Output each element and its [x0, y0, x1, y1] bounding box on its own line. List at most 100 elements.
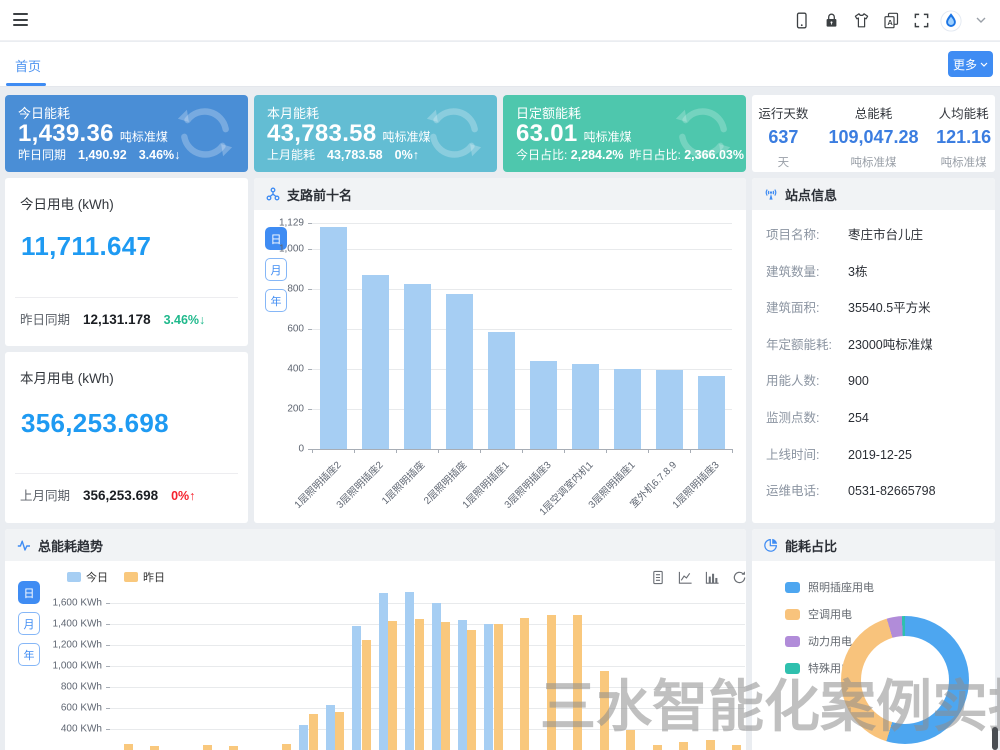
- bar-chart-toggle-icon[interactable]: [704, 569, 720, 585]
- logo-water-drop-icon[interactable]: [940, 10, 962, 32]
- site-info-row: 年定额能耗:23000吨标准煤: [766, 334, 933, 353]
- theme-skin-icon[interactable]: [850, 10, 872, 32]
- trend-bar-today: [352, 626, 361, 750]
- pie-legend-swatch: [785, 582, 800, 593]
- trend-bar-yesterday: [415, 619, 424, 750]
- donut-hole: [861, 636, 949, 724]
- trend-bar-yesterday: [309, 714, 318, 750]
- chevron-down-icon[interactable]: [970, 10, 992, 32]
- electricity-delta: 3.46%↓: [164, 313, 206, 327]
- pie-legend-label: 照明插座用电: [808, 579, 874, 595]
- y-axis-tick-mark: [106, 624, 110, 625]
- y-axis-tick-label: 800: [287, 283, 304, 294]
- stat-value: 637: [752, 127, 815, 148]
- tab-home[interactable]: 首页: [15, 56, 41, 75]
- trend-bar-yesterday: [441, 622, 450, 750]
- y-axis-tick-label: 400: [287, 363, 304, 374]
- hamburger-menu-icon[interactable]: [13, 13, 28, 26]
- kpi-unit: 吨标准煤: [584, 128, 632, 145]
- site-row-value: 0531-82665798: [848, 484, 936, 498]
- scrollbar-thumb[interactable]: [992, 727, 998, 750]
- stat-unit: 吨标准煤: [815, 154, 933, 170]
- kpi-delta: 0%↑: [395, 148, 419, 162]
- refresh-arrows-icon: [423, 102, 485, 164]
- legend-item-昨日[interactable]: 昨日: [124, 569, 165, 585]
- kpi-value: 43,783.58: [267, 120, 376, 148]
- copy-translate-icon[interactable]: A: [880, 10, 902, 32]
- stat-label: 总能耗: [815, 103, 933, 122]
- restore-refresh-icon[interactable]: [731, 569, 747, 585]
- trend-period-button-年[interactable]: 年: [18, 643, 40, 666]
- antenna-icon: [764, 187, 778, 201]
- y-axis-tick-mark: [106, 708, 110, 709]
- legend-label: 今日: [86, 569, 108, 585]
- branch-bar: [656, 370, 683, 449]
- site-row-label: 监测点数:: [766, 407, 848, 426]
- lock-icon[interactable]: [820, 10, 842, 32]
- site-row-value: 23000吨标准煤: [848, 338, 933, 352]
- y-axis-tick-label: 1,400 KWh: [53, 619, 102, 630]
- trend-bar-today: [299, 725, 308, 750]
- electricity-value: 11,711.647: [21, 231, 151, 262]
- panel-title: 能耗占比: [785, 536, 837, 555]
- trend-period-button-日[interactable]: 日: [18, 581, 40, 604]
- trend-bar-yesterday: [388, 621, 397, 750]
- trend-bar-today: [379, 593, 388, 750]
- trend-bar-yesterday: [573, 615, 582, 750]
- y-axis-tick-label: 0: [298, 444, 304, 455]
- y-axis-tick-mark: [308, 223, 312, 224]
- y-axis-tick-label: 1,000: [279, 243, 304, 254]
- y-axis-tick-label: 200: [287, 403, 304, 414]
- trend-bar-yesterday: [467, 630, 476, 750]
- pulse-icon: [17, 538, 31, 552]
- site-info-row: 监测点数:254: [766, 407, 869, 426]
- x-axis-tick-mark: [438, 449, 439, 453]
- branch-bar: [572, 364, 599, 449]
- data-view-icon[interactable]: [650, 569, 666, 585]
- line-chart-toggle-icon[interactable]: [677, 569, 693, 585]
- branch-bar: [320, 227, 347, 449]
- energy-share-donut: [841, 616, 969, 744]
- branch-period-button-月[interactable]: 月: [265, 258, 287, 281]
- legend-swatch: [67, 572, 81, 582]
- gridline: [110, 645, 745, 646]
- x-axis-tick-mark: [354, 449, 355, 453]
- pie-legend-item-0[interactable]: 照明插座用电: [785, 579, 874, 595]
- trend-bar-yesterday: [150, 746, 159, 750]
- kpi-card-today-energy: 今日能耗 1,439.36吨标准煤 昨日同期1,490.923.46%↓: [5, 95, 248, 172]
- kpi-sub-label: 昨日同期: [18, 146, 66, 163]
- branch-bar: [530, 361, 557, 449]
- branch-bar: [488, 332, 515, 449]
- trend-period-button-月[interactable]: 月: [18, 612, 40, 635]
- y-axis-tick-label: 400 KWh: [61, 724, 102, 735]
- summary-stat-0: 运行天数 637 天: [752, 103, 815, 172]
- site-row-value: 枣庄市台儿庄: [848, 228, 923, 242]
- more-tabs-button[interactable]: 更多: [948, 51, 993, 77]
- summary-stats-panel: 运行天数637天总能耗109,047.28吨标准煤人均能耗121.16吨标准煤: [752, 95, 995, 172]
- y-axis-tick-mark: [308, 409, 312, 410]
- kpi-sub-label: 上月能耗: [267, 146, 315, 163]
- pie-legend-item-1[interactable]: 空调用电: [785, 606, 874, 622]
- legend-item-今日[interactable]: 今日: [67, 569, 108, 585]
- site-row-label: 年定额能耗:: [766, 334, 848, 353]
- stat-unit: 天: [752, 154, 815, 170]
- stat-label: 运行天数: [752, 103, 815, 122]
- panel-title: 总能耗趋势: [38, 536, 103, 555]
- pie-legend-swatch: [785, 609, 800, 620]
- electricity-value: 356,253.698: [21, 408, 169, 439]
- site-row-value: 2019-12-25: [848, 448, 912, 462]
- electricity-title: 本月用电 (kWh): [20, 367, 114, 387]
- mobile-device-icon[interactable]: [790, 10, 812, 32]
- trend-bar-yesterday: [679, 742, 688, 750]
- y-axis-tick-mark: [106, 687, 110, 688]
- branch-period-button-年[interactable]: 年: [265, 289, 287, 312]
- energy-share-panel: 能耗占比 照明插座用电空调用电动力用电特殊用电: [752, 529, 995, 750]
- refresh-arrows-icon: [174, 102, 236, 164]
- site-row-label: 项目名称:: [766, 224, 848, 243]
- x-axis-category-label: 1层照明插座: [378, 457, 428, 507]
- electricity-sub-value: 356,253.698: [83, 488, 158, 503]
- trend-bar-yesterday: [653, 745, 662, 750]
- y-axis-tick-label: 600: [287, 323, 304, 334]
- fullscreen-icon[interactable]: [910, 10, 932, 32]
- stat-value: 121.16: [932, 127, 995, 148]
